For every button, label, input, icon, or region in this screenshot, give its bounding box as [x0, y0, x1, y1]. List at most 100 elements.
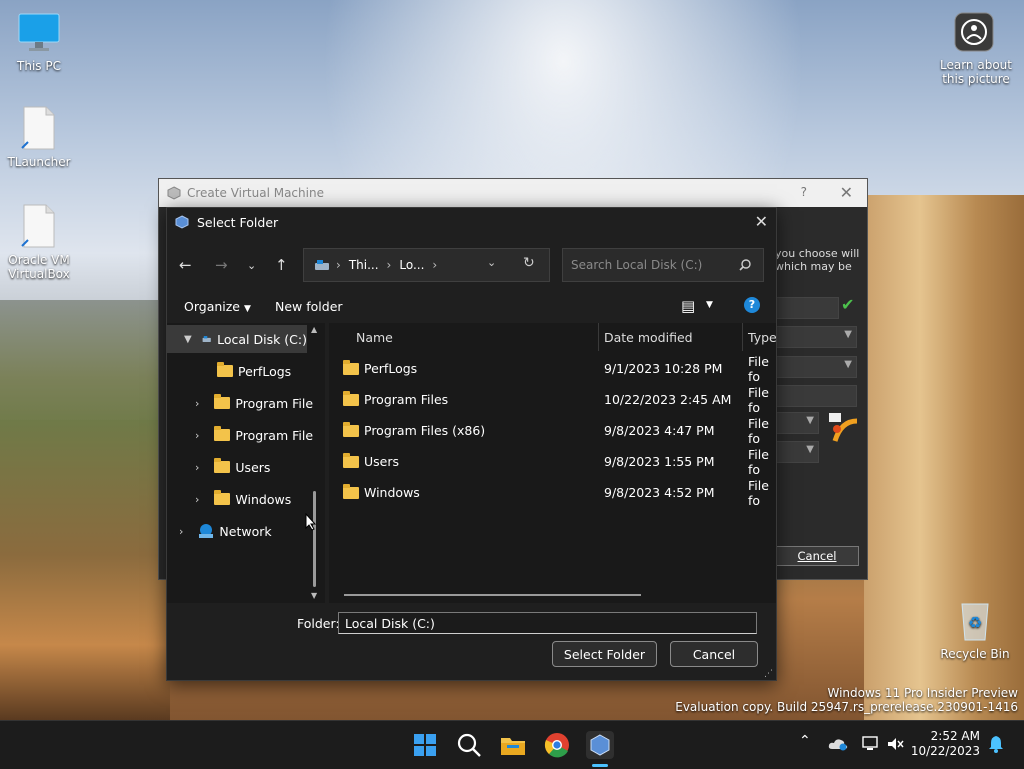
column-header-name[interactable]: Name: [356, 330, 393, 345]
file-row[interactable]: Windows 9/8/2023 4:52 PM File fo: [329, 477, 776, 508]
cancel-button[interactable]: Cancel: [670, 641, 758, 667]
system-clock[interactable]: 2:52 AM 10/22/2023: [911, 729, 980, 759]
file-row[interactable]: Program Files 10/22/2023 2:45 AM File fo: [329, 384, 776, 415]
search-placeholder: Search Local Disk (C:): [571, 258, 703, 272]
folder-icon: [217, 362, 233, 377]
chevron-right-icon[interactable]: ›: [195, 461, 199, 474]
help-button[interactable]: ?: [801, 185, 807, 199]
search-icon: [739, 259, 751, 271]
virtualbox-icon[interactable]: [586, 731, 614, 759]
folder-icon: [343, 390, 359, 406]
tree-item-perflogs[interactable]: PerfLogs: [217, 357, 291, 385]
iso-combo[interactable]: ▼: [775, 326, 857, 348]
command-bar: Organize ▼ New folder ▤ ▼ ?: [167, 296, 776, 318]
help-icon[interactable]: ?: [744, 297, 760, 313]
chevron-right-icon[interactable]: ›: [179, 525, 183, 538]
os-type-combo[interactable]: ▼: [775, 412, 819, 434]
notification-bell-icon[interactable]: [988, 735, 1004, 753]
tree-item-local-disk[interactable]: ▼ Local Disk (C:): [167, 325, 307, 353]
column-divider[interactable]: [742, 323, 743, 351]
resize-grip-icon[interactable]: ⋰: [764, 669, 773, 679]
chevron-right-icon[interactable]: ›: [195, 429, 199, 442]
camera-info-icon: [954, 12, 994, 52]
scroll-up-icon[interactable]: ▲: [311, 325, 317, 334]
scrollbar-thumb[interactable]: [313, 491, 316, 587]
tree-item-network[interactable]: › Network: [179, 517, 272, 545]
desktop-icon-label: TLauncher: [7, 155, 71, 169]
vm-folder-field[interactable]: [775, 297, 839, 319]
tree-item-program-files[interactable]: › Program File: [195, 389, 313, 417]
file-row[interactable]: PerfLogs 9/1/2023 10:28 PM File fo: [329, 353, 776, 384]
edition-combo[interactable]: ▼: [775, 356, 857, 378]
chevron-down-icon[interactable]: ▼: [184, 334, 192, 345]
clock-date: 10/22/2023: [910, 744, 980, 758]
search-icon[interactable]: [455, 731, 483, 759]
wallpaper-valley: [0, 300, 170, 430]
create-vm-titlebar: Create Virtual Machine ? ✕: [159, 179, 867, 207]
desktop-icon-recycle-bin[interactable]: ♻ Recycle Bin: [937, 598, 1013, 661]
chevron-down-icon: ▼: [844, 359, 852, 370]
chevron-down-icon: ▼: [806, 444, 814, 455]
up-arrow-icon[interactable]: ↑: [275, 256, 288, 274]
desktop-icon-virtualbox[interactable]: Oracle VM VirtualBox: [1, 204, 77, 281]
refresh-icon[interactable]: ↻: [523, 255, 535, 271]
select-folder-button[interactable]: Select Folder: [552, 641, 657, 667]
chevron-up-icon[interactable]: ⌃: [799, 733, 811, 749]
navigation-tree: ▼ Local Disk (C:) PerfLogs › Program Fil…: [167, 323, 325, 603]
address-dropdown-icon[interactable]: ⌄: [487, 256, 496, 269]
close-icon[interactable]: ✕: [840, 183, 853, 202]
dialog-titlebar: Select Folder: [167, 208, 776, 236]
onedrive-icon[interactable]: [828, 737, 848, 751]
taskbar: ⌃ 2:52 AM 10/22/2023: [0, 720, 1024, 769]
clock-time: 2:52 AM: [930, 729, 980, 743]
file-list-horizontal-scrollbar[interactable]: [344, 594, 641, 596]
file-explorer-icon[interactable]: [499, 731, 527, 759]
file-row[interactable]: Program Files (x86) 9/8/2023 4:47 PM Fil…: [329, 415, 776, 446]
new-folder-button[interactable]: New folder: [275, 299, 343, 314]
folder-input[interactable]: [338, 612, 757, 634]
network-icon[interactable]: [861, 736, 879, 752]
desktop-icon-label: Learn about this picture: [940, 58, 1012, 86]
close-icon[interactable]: ✕: [755, 212, 768, 231]
create-vm-description: you choose will which may be: [775, 247, 860, 273]
desktop-icon-learn-picture[interactable]: Learn about this picture: [936, 11, 1012, 86]
monitor-icon: [18, 13, 60, 51]
breadcrumb-local-disk[interactable]: Lo...: [399, 258, 424, 272]
chevron-down-icon[interactable]: ▼: [706, 300, 713, 310]
column-divider[interactable]: [598, 323, 599, 351]
chevron-right-icon[interactable]: ›: [195, 493, 199, 506]
tree-item-users[interactable]: › Users: [195, 453, 270, 481]
forward-arrow-icon[interactable]: →: [215, 256, 228, 274]
column-header-date[interactable]: Date modified: [604, 330, 693, 345]
breadcrumb-this-pc[interactable]: Thi...: [349, 258, 379, 272]
chrome-icon[interactable]: [543, 731, 571, 759]
active-app-indicator: [592, 764, 608, 767]
windows-watermark: Windows 11 Pro Insider Preview Evaluatio…: [675, 686, 1018, 714]
search-input[interactable]: Search Local Disk (C:): [562, 248, 764, 282]
chevron-down-icon: ▼: [243, 304, 251, 314]
file-list: ⌃ Name Date modified Type PerfLogs 9/1/2…: [329, 323, 776, 603]
desktop-icon-tlauncher[interactable]: TLauncher: [1, 106, 77, 169]
wallpaper-cliff-left: [0, 420, 170, 720]
column-header-type[interactable]: Type: [748, 330, 776, 345]
scroll-down-icon[interactable]: ▼: [311, 591, 317, 600]
version-combo[interactable]: ▼: [775, 441, 819, 463]
type-combo[interactable]: [775, 385, 857, 407]
tree-item-program-files-x86[interactable]: › Program File: [195, 421, 313, 449]
file-row[interactable]: Users 9/8/2023 1:55 PM File fo: [329, 446, 776, 477]
chevron-down-icon: ▼: [844, 329, 852, 340]
address-bar[interactable]: › Thi... › Lo... › ⌄ ↻: [303, 248, 550, 282]
back-arrow-icon[interactable]: ←: [179, 256, 192, 274]
windows-start-icon[interactable]: [411, 731, 439, 759]
chevron-right-icon[interactable]: ›: [195, 397, 199, 410]
desktop-icon-this-pc[interactable]: This PC: [1, 12, 77, 73]
cancel-button[interactable]: Cancel: [775, 546, 859, 566]
volume-muted-icon[interactable]: [886, 736, 904, 752]
tree-scrollbar[interactable]: ▲ ▼: [309, 323, 321, 603]
folder-label: Folder:: [297, 616, 340, 631]
view-options-icon[interactable]: ▤: [681, 297, 695, 315]
organize-button[interactable]: Organize ▼: [184, 299, 251, 314]
drive-icon: [315, 260, 329, 270]
tree-item-windows[interactable]: › Windows: [195, 485, 291, 513]
recent-locations-chevron-icon[interactable]: ⌄: [247, 259, 256, 272]
